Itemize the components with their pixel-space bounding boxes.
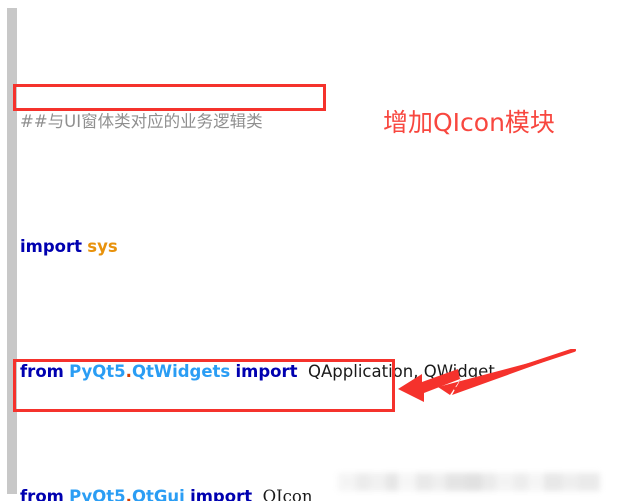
editor-gutter-bar <box>7 8 17 494</box>
mosaic-tile <box>528 473 544 491</box>
mosaic-tile <box>562 473 578 491</box>
mosaic-tile <box>386 473 398 491</box>
code-block: ##与UI窗体类对应的业务逻辑类 import sys from PyQt5.Q… <box>20 9 620 501</box>
mosaic-tile <box>578 473 600 491</box>
comment-text: ##与UI窗体类对应的业务逻辑类 <box>20 112 263 131</box>
code-line-2: import sys <box>20 234 620 259</box>
mosaic-tile <box>466 473 482 491</box>
mosaic-tile <box>338 473 356 491</box>
submodule-qtgui: QtGui <box>131 487 185 501</box>
mosaic-tile <box>496 473 514 491</box>
mosaic-tile <box>416 473 432 491</box>
mosaic-tile <box>482 473 496 491</box>
red-arrow-icon <box>398 349 576 402</box>
mosaic-tile <box>432 473 446 491</box>
mosaic-tile <box>370 473 386 491</box>
package-pyqt5: PyQt5 <box>69 362 126 381</box>
annotation-qicon-module: 增加QIcon模块 <box>383 108 555 137</box>
keyword-import: import <box>190 487 253 501</box>
imported-name-qicon: QIcon <box>262 487 313 501</box>
keyword-import: import <box>235 362 298 381</box>
keyword-from: from <box>20 362 64 381</box>
mosaic-tile <box>514 473 528 491</box>
blurred-watermark <box>338 473 600 491</box>
mosaic-tile <box>446 473 466 491</box>
package-pyqt5: PyQt5 <box>69 487 126 501</box>
mosaic-tile <box>356 473 370 491</box>
code-screenshot: ##与UI窗体类对应的业务逻辑类 import sys from PyQt5.Q… <box>0 0 622 501</box>
submodule-qtwidgets: QtWidgets <box>131 362 231 381</box>
mosaic-tile <box>398 473 416 491</box>
mosaic-tile <box>544 473 562 491</box>
keyword-from: from <box>20 487 64 501</box>
module-sys: sys <box>87 237 118 256</box>
keyword-import: import <box>20 237 83 256</box>
